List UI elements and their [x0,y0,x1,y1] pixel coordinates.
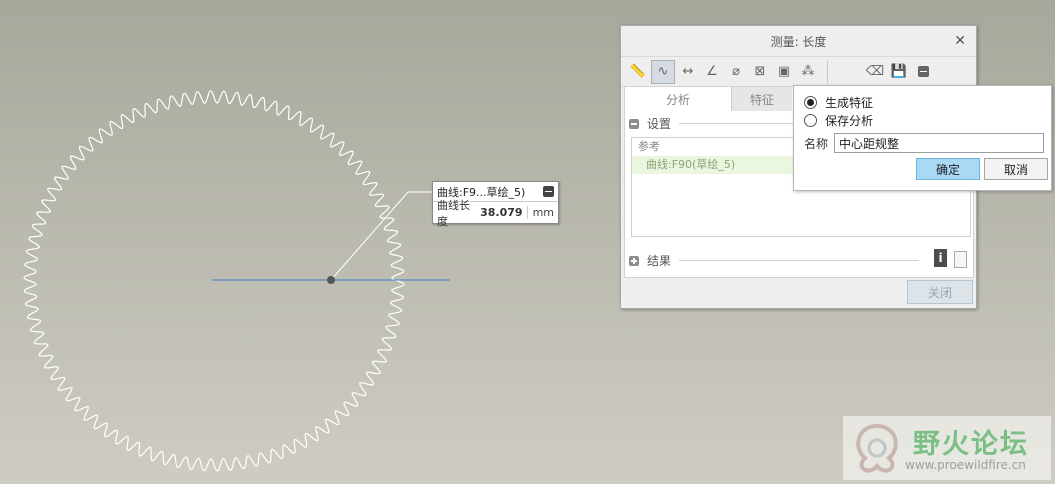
watermark-url: www.proewildfire.cn [905,458,1026,472]
tab-analysis[interactable]: 分析 [625,87,731,111]
radio-unselected-icon [804,114,817,127]
logo-icon [856,423,898,473]
dialog-title-bar[interactable]: 测量: 长度 ✕ [621,26,976,57]
center-point[interactable] [327,276,335,284]
generate-feature-radio[interactable]: 生成特征 [804,94,873,111]
results-label: 结果 [647,254,672,268]
settings-label: 设置 [647,117,672,131]
ok-button[interactable]: 确定 [916,158,980,180]
name-label: 名称 [804,136,829,151]
length-curve-icon[interactable]: ∿ [651,59,675,84]
save-icon[interactable]: 💾 [888,61,910,83]
callout-unit: mm [526,206,554,219]
collapse-icon[interactable] [912,61,934,83]
watermark-title: 野火论坛 [913,429,1029,460]
ruler-icon[interactable]: 📏 [627,61,649,83]
info-icon[interactable]: i [934,249,947,267]
cancel-button[interactable]: 取消 [984,158,1048,180]
results-section[interactable]: 结果 [629,252,919,269]
eraser-icon[interactable]: ⌫ [864,61,886,83]
save-analysis-popup: 生成特征 保存分析 名称 确定 取消 [793,85,1052,191]
close-icon[interactable]: ✕ [954,33,966,49]
radio-selected-icon [804,96,817,109]
save-analysis-radio[interactable]: 保存分析 [804,112,873,129]
angle-icon[interactable]: ∠ [701,61,723,83]
save-analysis-label: 保存分析 [825,114,874,128]
dialog-title: 测量: 长度 [770,34,827,49]
volume-icon[interactable]: ▣ [773,61,795,83]
area-icon[interactable]: ⊠ [749,61,771,83]
diameter-icon[interactable]: ⌀ [725,61,747,83]
callout-value: 38.079 [480,206,523,219]
measure-toolbar: 📏 ∿ ↔ ∠ ⌀ ⊠ ▣ ⁂ ⌫ 💾 [621,57,976,87]
tab-feature[interactable]: 特征 [731,87,792,111]
name-input[interactable] [834,133,1045,153]
leader-line [330,191,409,281]
collapse-settings-icon[interactable] [629,118,639,129]
gear-sketch-curve[interactable] [23,90,405,472]
callout-label: 曲线长度 [437,198,470,228]
toolbar-separator [827,60,828,83]
watermark: 野火论坛 www.proewildfire.cn [843,416,1051,480]
document-icon[interactable] [954,251,967,268]
transform-icon[interactable]: ⁂ [797,61,819,83]
expand-results-icon[interactable] [629,255,639,266]
generate-feature-label: 生成特征 [825,96,874,110]
close-button[interactable]: 关闭 [907,280,973,304]
callout-collapse-icon[interactable] [543,186,554,197]
distance-icon[interactable]: ↔ [677,61,699,83]
measure-callout[interactable]: 曲线:F9...草绘_5) 曲线长度 38.079 mm [432,181,559,228]
